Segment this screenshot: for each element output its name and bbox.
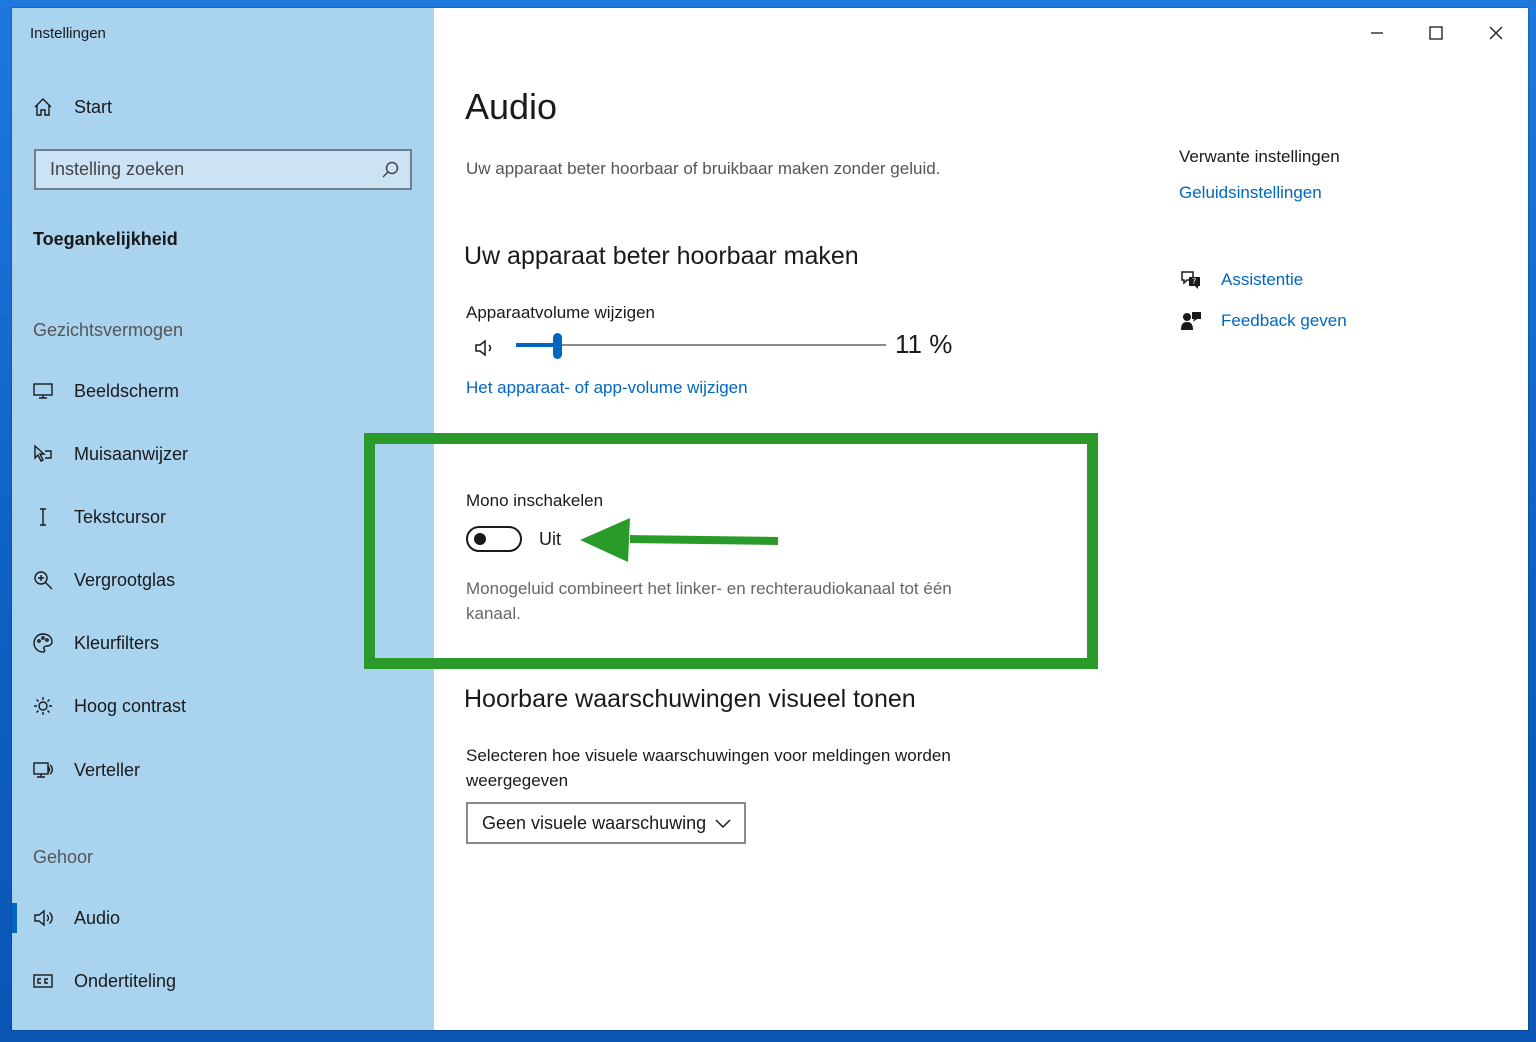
sidebar-item-label: Kleurfilters: [74, 632, 160, 653]
sidebar-item-label: Ondertiteling: [74, 970, 177, 991]
settings-window: Instellingen Start Toegankelijkheid Gezi…: [12, 8, 1528, 1030]
sidebar-item-ondertiteling[interactable]: Ondertiteling: [32, 966, 176, 996]
speaker-icon: [32, 907, 60, 929]
maximize-button[interactable]: [1413, 18, 1459, 48]
section-title: Toegankelijkheid: [33, 229, 178, 249]
brightness-icon: [32, 695, 60, 717]
visual-alert-dropdown[interactable]: Geen visuele waarschuwing: [466, 802, 746, 844]
search-input[interactable]: [50, 159, 370, 180]
close-icon: [1489, 26, 1503, 40]
arrow-annotation: [580, 518, 779, 562]
volume-slider[interactable]: [516, 331, 886, 361]
dropdown-value: Geen visuele waarschuwing: [482, 812, 707, 833]
mono-toggle[interactable]: [466, 526, 522, 552]
palette-icon: [32, 632, 60, 654]
app-title: Instellingen: [30, 25, 106, 42]
group-label-hearing: Gehoor: [33, 847, 94, 867]
slider-thumb[interactable]: [553, 333, 562, 359]
sidebar-item-beeldscherm[interactable]: Beeldscherm: [32, 376, 179, 406]
search-box[interactable]: [34, 149, 412, 190]
toggle-knob: [474, 533, 486, 545]
volume-speaker-icon[interactable]: [472, 335, 498, 361]
search-icon[interactable]: [380, 160, 400, 180]
minimize-icon: [1371, 32, 1383, 34]
sidebar-item-label: Vergrootglas: [74, 569, 176, 590]
sidebar-item-verteller[interactable]: Verteller: [32, 755, 140, 785]
help-assistance-link[interactable]: ? Assistentie: [1179, 268, 1303, 292]
sidebar-item-label: Tekstcursor: [74, 506, 167, 527]
sidebar-item-vergrootglas[interactable]: Vergrootglas: [32, 565, 175, 595]
help-assistance-label: Assistentie: [1221, 270, 1304, 289]
active-indicator: [12, 903, 17, 933]
slider-fill: [516, 343, 557, 347]
monitor-icon: [32, 380, 60, 402]
mono-description-line2: kanaal.: [466, 604, 521, 623]
visual-alert-label-line2: weergegeven: [466, 771, 569, 790]
mono-description-line1: Monogeluid combineert het linker- en rec…: [466, 579, 952, 598]
sidebar-item-label: Muisaanwijzer: [74, 443, 189, 464]
home-nav-item[interactable]: Start: [32, 92, 112, 122]
feedback-link[interactable]: Feedback geven: [1179, 309, 1347, 333]
text-cursor-icon: [32, 506, 60, 528]
sound-settings-link[interactable]: Geluidsinstellingen: [1179, 183, 1322, 203]
related-settings-title: Verwante instellingen: [1179, 147, 1340, 166]
section-heading-visual-alerts: Hoorbare waarschuwingen visueel tonen: [464, 685, 916, 713]
mono-label: Mono inschakelen: [466, 491, 604, 510]
sidebar-item-audio[interactable]: Audio: [32, 903, 120, 933]
closed-captions-icon: [32, 970, 60, 992]
mono-toggle-state: Uit: [539, 529, 561, 549]
app-volume-link[interactable]: Het apparaat- of app-volume wijzigen: [466, 378, 748, 398]
sidebar: Instellingen Start Toegankelijkheid Gezi…: [12, 8, 434, 1030]
volume-label: Apparaatvolume wijzigen: [466, 303, 655, 322]
help-chat-icon: ?: [1179, 268, 1203, 292]
home-icon: [32, 96, 60, 118]
home-label: Start: [74, 96, 113, 117]
page-title: Audio: [465, 86, 558, 127]
feedback-icon: [1179, 309, 1203, 333]
svg-text:?: ?: [1192, 277, 1196, 286]
sidebar-item-label: Audio: [74, 907, 121, 928]
magnifier-icon: [32, 569, 60, 591]
volume-value: 11 %: [895, 329, 953, 359]
sidebar-item-label: Beeldscherm: [74, 380, 180, 401]
minimize-button[interactable]: [1354, 18, 1400, 48]
sidebar-item-muisaanwijzer[interactable]: Muisaanwijzer: [32, 439, 188, 469]
narrator-icon: [32, 759, 60, 781]
slider-track: [516, 344, 886, 346]
group-label-vision: Gezichtsvermogen: [33, 320, 184, 340]
page-description: Uw apparaat beter hoorbaar of bruikbaar …: [466, 159, 941, 178]
mouse-pointer-icon: [32, 443, 60, 465]
sidebar-item-tekstcursor[interactable]: Tekstcursor: [32, 502, 166, 532]
close-button[interactable]: [1473, 18, 1519, 48]
sidebar-item-label: Verteller: [74, 759, 141, 780]
visual-alert-label-line1: Selecteren hoe visuele waarschuwingen vo…: [466, 746, 951, 765]
sidebar-item-kleurfilters[interactable]: Kleurfilters: [32, 628, 159, 658]
section-heading-hearing: Uw apparaat beter hoorbaar maken: [464, 242, 859, 270]
sidebar-item-hoog-contrast[interactable]: Hoog contrast: [32, 691, 186, 721]
feedback-label: Feedback geven: [1221, 311, 1347, 330]
chevron-down-icon: [714, 816, 732, 830]
sidebar-item-label: Hoog contrast: [74, 695, 187, 716]
maximize-icon: [1429, 26, 1443, 40]
